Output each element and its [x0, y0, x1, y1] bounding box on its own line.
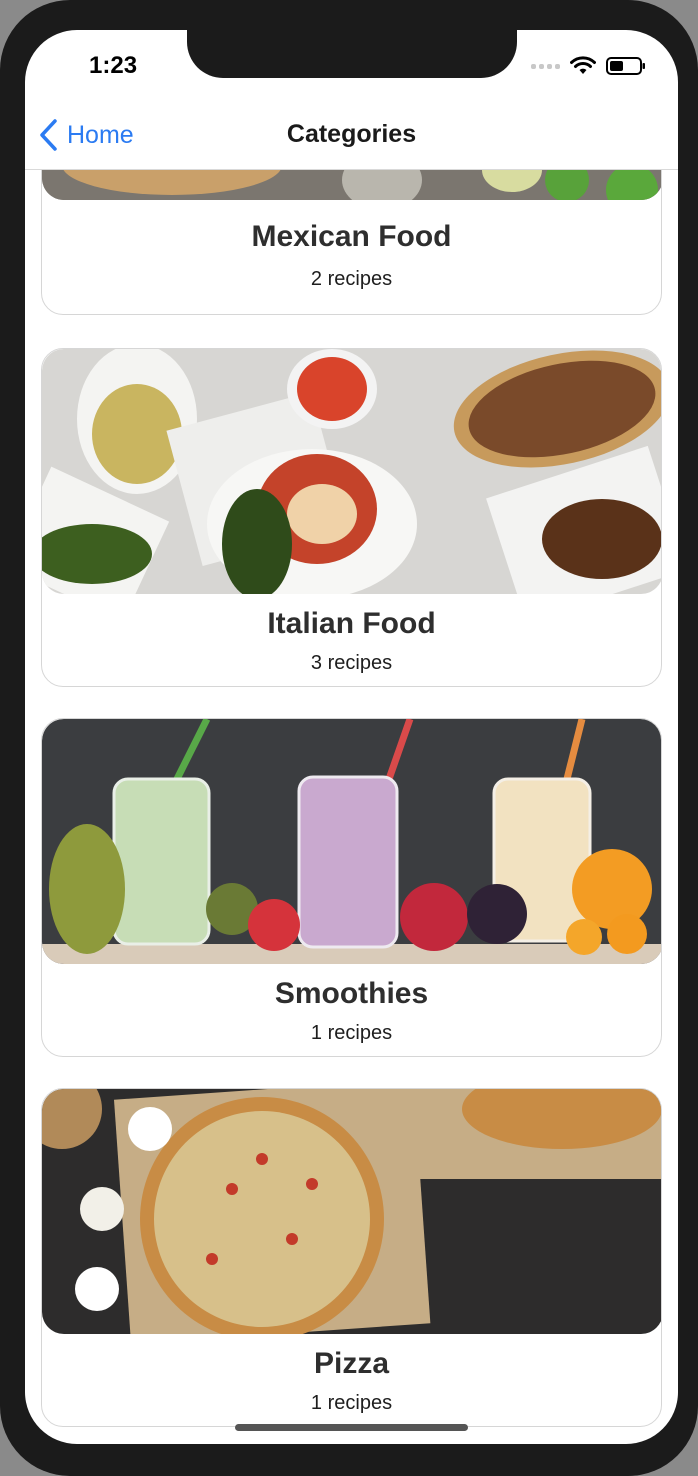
category-title: Italian Food: [267, 607, 436, 640]
wifi-icon: [570, 56, 596, 74]
status-time: 1:23: [89, 52, 138, 79]
navigation-bar: Home Categories: [25, 100, 678, 170]
category-title: Pizza: [313, 1347, 390, 1380]
device-frame: 1:23 Home Categories Mexican Food 2 reci…: [0, 0, 698, 1476]
screen: 1:23 Home Categories Mexican Food 2 reci…: [25, 30, 678, 1444]
category-recipe-count: 1 recipes: [310, 1022, 393, 1044]
category-card-pizza[interactable]: Pizza 1 recipes: [41, 1088, 662, 1427]
notch: [187, 30, 517, 78]
page-title: Categories: [286, 120, 417, 148]
category-card-italian-food[interactable]: Italian Food 3 recipes: [41, 348, 662, 687]
category-recipe-count: 1 recipes: [310, 1392, 393, 1414]
category-image-pizza: [42, 1089, 661, 1334]
category-image-italian-food: [42, 349, 661, 594]
category-card-mexican-food[interactable]: Mexican Food 2 recipes: [41, 170, 662, 315]
category-list[interactable]: Mexican Food 2 recipes Italian Food 3 re…: [25, 170, 678, 1444]
category-recipe-count: 3 recipes: [310, 652, 393, 674]
signal-icon: [531, 63, 560, 69]
status-icons: [531, 56, 646, 76]
category-image-smoothies: [42, 719, 661, 964]
home-indicator[interactable]: [235, 1424, 468, 1431]
category-card-smoothies[interactable]: Smoothies 1 recipes: [41, 718, 662, 1057]
category-title: Mexican Food: [251, 220, 452, 253]
battery-icon: [606, 57, 645, 75]
category-recipe-count: 2 recipes: [310, 268, 393, 290]
category-title: Smoothies: [274, 977, 429, 1010]
category-image-mexican-food: [42, 170, 661, 200]
